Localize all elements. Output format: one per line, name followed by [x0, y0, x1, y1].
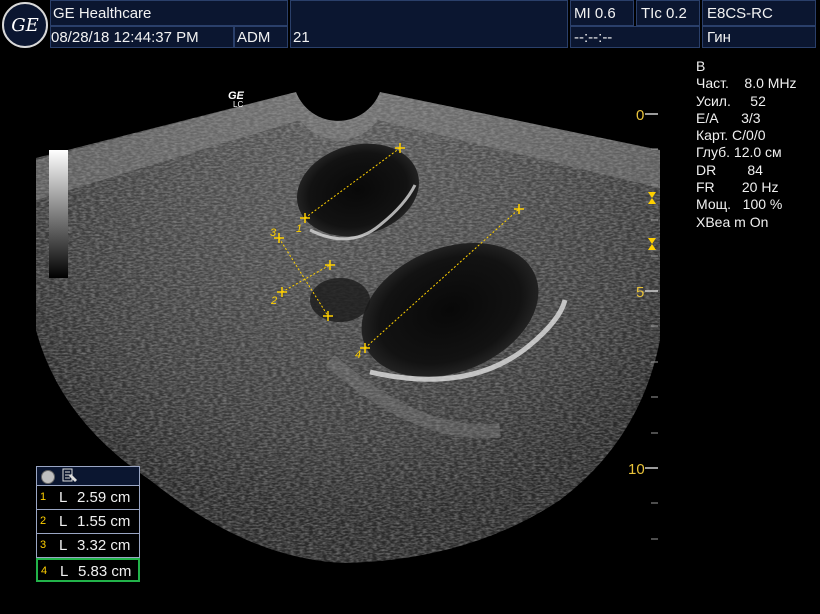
imaging-parameters: В Част. 8.0 MHz Усил. 52 E/A 3/3 Карт. C…	[696, 58, 797, 231]
param-frequency: Част. 8.0 MHz	[696, 75, 797, 92]
measurement-header	[36, 466, 140, 486]
depth-label-0: 0	[636, 107, 644, 124]
measurement-number: 2	[40, 515, 47, 527]
depth-label-10: 10	[628, 461, 645, 478]
caliper-4-label: 4	[355, 349, 361, 361]
preset-name: Гин	[707, 29, 731, 46]
measurement-label: L	[60, 563, 69, 580]
depth-label-5: 5	[636, 284, 644, 301]
mi-cell: MI 0.6	[570, 0, 634, 26]
param-ea: E/A 3/3	[696, 109, 761, 126]
measurement-value: 3.32 cm	[77, 537, 131, 554]
record-circle-icon[interactable]	[41, 470, 55, 484]
param-dynamic-range: DR 84	[696, 161, 763, 178]
measurement-row[interactable]: 2 L 1.55 cm	[36, 510, 140, 534]
brand-name: GE Healthcare	[53, 5, 152, 22]
param-gain: Усил. 52	[696, 92, 766, 109]
measurement-label: L	[59, 513, 68, 530]
timer: --:--:--	[574, 29, 613, 46]
param-power: Мощ. 100 %	[696, 196, 783, 213]
caliper-1-label: 1	[296, 223, 302, 235]
caliper-tool-icon[interactable]	[62, 468, 78, 483]
measurement-results: 1 L 2.59 cm 2 L 1.55 cm 3 L 3.32 cm 4 L …	[36, 466, 140, 582]
param-depth: Глуб. 12.0 см	[696, 144, 782, 161]
param-xbeam: XBea m On	[696, 213, 769, 230]
measurement-row[interactable]: 3 L 3.32 cm	[36, 534, 140, 558]
measurement-number: 4	[41, 565, 48, 577]
exam-datetime: 08/28/18 12:44:37 PM	[51, 29, 199, 46]
caliper-3-label: 3	[270, 227, 277, 239]
tic-cell: TIc 0.2	[636, 0, 700, 26]
timer-cell: --:--:--	[570, 26, 700, 48]
probe-cell: E8CS-RC	[702, 0, 816, 26]
caliper-2-label: 2	[270, 295, 277, 307]
preset-cell: Гин	[702, 26, 816, 48]
measurement-value: 5.83 cm	[78, 563, 132, 580]
measurement-value: 1.55 cm	[77, 513, 131, 530]
header-bar: GE GE Healthcare 08/28/18 12:44:37 PM AD…	[0, 0, 820, 52]
param-frame-rate: FR 20 Hz	[696, 179, 779, 196]
operator-cell: ADM	[234, 26, 288, 48]
operator-id: ADM	[237, 29, 271, 46]
param-map: Карт. C/0/0	[696, 127, 766, 144]
ge-logo: GE	[2, 2, 48, 48]
grayscale-bar	[49, 150, 68, 278]
measurement-number: 1	[40, 491, 47, 503]
measurement-number: 3	[40, 539, 47, 551]
thermal-index: TIc 0.2	[641, 5, 687, 22]
mechanical-index: MI 0.6	[574, 5, 616, 22]
datetime-cell: 08/28/18 12:44:37 PM	[50, 26, 234, 48]
measurement-label: L	[59, 489, 68, 506]
brand-cell: GE Healthcare	[50, 0, 288, 26]
probe-name: E8CS-RC	[707, 5, 773, 22]
measurement-row-selected[interactable]: 4 L 5.83 cm	[36, 558, 140, 582]
param-mode: В	[696, 58, 706, 74]
measurement-value: 2.59 cm	[77, 489, 131, 506]
probe-orientation-sub: LC	[233, 100, 243, 109]
patient-cell: 21	[290, 0, 568, 48]
measurement-label: L	[59, 537, 68, 554]
frame-number: 21	[293, 29, 310, 46]
measurement-row[interactable]: 1 L 2.59 cm	[36, 486, 140, 510]
